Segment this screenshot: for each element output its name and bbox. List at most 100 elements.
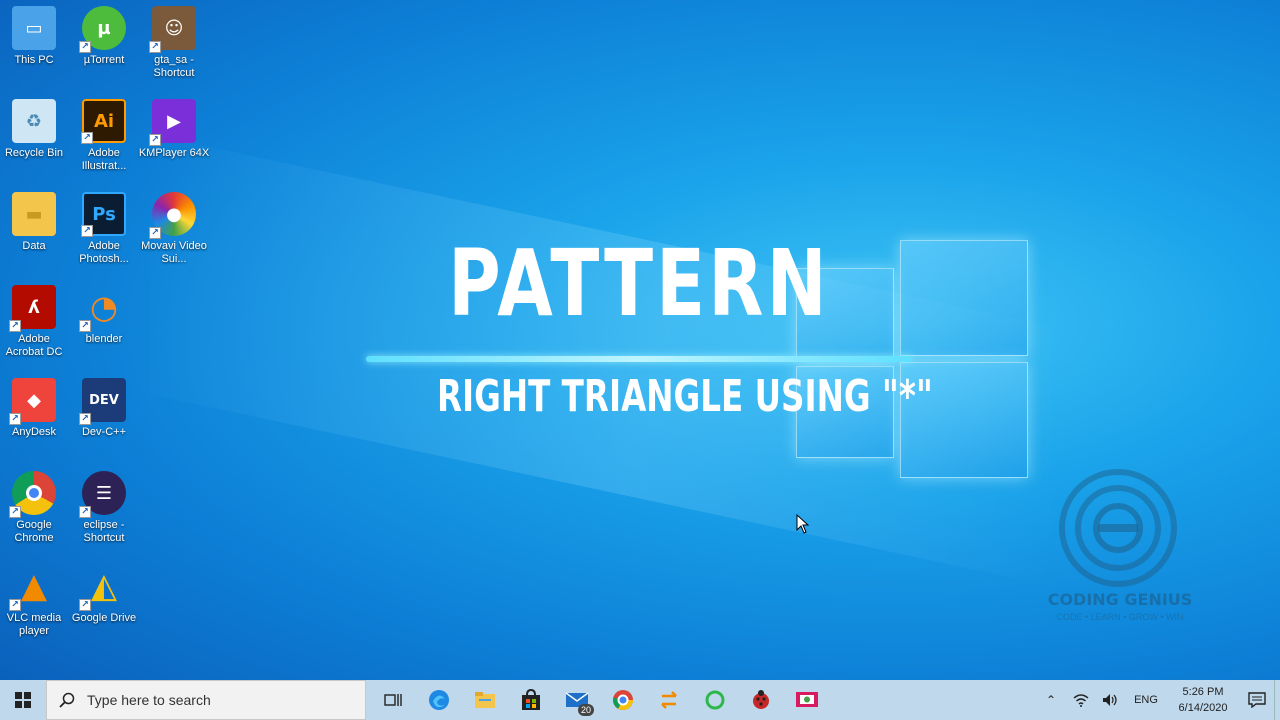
clock-button[interactable]: 5:26 PM 6/14/2020 — [1166, 684, 1240, 716]
search-placeholder: Type here to search — [87, 692, 211, 708]
taskbar-circle-app[interactable] — [692, 680, 738, 720]
desktop-icon-label: This PC — [14, 54, 54, 66]
store-icon — [522, 689, 540, 710]
anydesk-icon: ◆ ↗ — [9, 378, 56, 425]
taskbar-search-box[interactable]: Type here to search — [46, 680, 366, 720]
illustrator-icon: Ai ↗ — [81, 99, 126, 144]
coding-genius-logo-icon — [1059, 469, 1177, 587]
chrome-icon — [612, 690, 633, 710]
desktop-icon-devcpp[interactable]: DEV ↗ Dev-C++ — [70, 372, 138, 460]
acrobat-icon: ʎ ↗ — [9, 285, 56, 332]
this-pc-icon: ▭ — [12, 6, 56, 50]
search-icon — [59, 692, 75, 708]
input-language-button[interactable]: ENG — [1126, 680, 1166, 720]
utorrent-icon: µ ↗ — [79, 6, 126, 53]
notification-icon — [1248, 692, 1266, 708]
desktop-icon-label: Recycle Bin — [4, 147, 64, 159]
taskbar-store[interactable] — [508, 680, 554, 720]
start-button[interactable] — [0, 680, 46, 720]
vlc-icon: ▲ ↗ — [9, 564, 56, 611]
desktop-icon-google-drive[interactable]: ◭ ↗ Google Drive — [70, 558, 138, 646]
desktop-icon-movavi[interactable]: ● ↗ Movavi Video Sui... — [140, 186, 208, 274]
taskbar-mail[interactable]: 20 — [554, 680, 600, 720]
desktop-icon-label: Dev-C++ — [81, 426, 127, 438]
desktop-icon-label: Google Chrome — [14, 519, 54, 544]
show-hidden-icons-button[interactable]: ⌃ — [1036, 680, 1066, 720]
screen-recorder-icon — [796, 692, 818, 707]
desktop-icon-label: eclipse - Shortcut — [83, 519, 125, 544]
google-drive-icon: ◭ ↗ — [79, 564, 126, 611]
page-title: PATTERN — [448, 230, 830, 337]
clock-time: 5:26 PM — [1182, 686, 1224, 698]
desktop-icon-label: Google Drive — [71, 612, 137, 624]
desktop-icon-eclipse[interactable]: ☰ ↗ eclipse - Shortcut — [70, 465, 138, 553]
gta-icon: ☺ ↗ — [149, 6, 196, 53]
kmplayer-icon: ▶ ↗ — [149, 99, 196, 146]
taskbar-file-explorer[interactable] — [462, 680, 508, 720]
logo-pane-top-right — [900, 240, 1028, 356]
desktop-icon-label: µTorrent — [83, 54, 125, 66]
desktop-icon-label: VLC media player — [6, 612, 62, 637]
desktop-icon-this-pc[interactable]: ▭ This PC — [0, 0, 68, 88]
taskbar-edge[interactable] — [416, 680, 462, 720]
desktop-icon-label: Data — [22, 240, 46, 252]
channel-watermark: CODING GENIUS CODE • LEARN • GROW • WIN — [1040, 466, 1200, 626]
ladybug-icon — [753, 690, 769, 709]
desktop-icon-label: AnyDesk — [11, 426, 57, 438]
system-tray: ⌃ ENG 5:26 PM 6/14/2020 — [1036, 680, 1280, 720]
photoshop-icon: Ps ↗ — [81, 192, 126, 237]
wifi-icon — [1073, 694, 1089, 707]
desktop-icon-kmplayer[interactable]: ▶ ↗ KMPlayer 64X — [138, 93, 210, 181]
blender-icon: ◔ ↗ — [79, 285, 126, 332]
desktop-icon-gta[interactable]: ☺ ↗ gta_sa - Shortcut — [140, 0, 208, 88]
desktop-icon-anydesk[interactable]: ◆ ↗ AnyDesk — [0, 372, 68, 460]
action-center-button[interactable] — [1240, 680, 1274, 720]
desktop-icon-label: Movavi Video Sui... — [141, 240, 207, 265]
chrome-icon: ↗ — [9, 471, 56, 518]
movavi-icon: ● ↗ — [149, 192, 196, 239]
clock-date: 6/14/2020 — [1178, 702, 1228, 714]
desktop-icon-vlc[interactable]: ▲ ↗ VLC media player — [0, 558, 68, 646]
desktop-icon-label: KMPlayer 64X — [138, 147, 210, 159]
taskbar-chrome[interactable] — [600, 680, 646, 720]
mail-badge: 20 — [577, 704, 594, 716]
desktop-icon-label: blender — [85, 333, 123, 345]
chevron-up-icon: ⌃ — [1045, 693, 1057, 707]
taskbar-apps: 20 — [370, 680, 830, 720]
show-desktop-button[interactable] — [1274, 680, 1280, 720]
title-underline — [366, 356, 912, 362]
desktop-icon-illustrator[interactable]: Ai ↗ Adobe Illustrat... — [70, 93, 138, 181]
taskbar-recorder-app[interactable] — [784, 680, 830, 720]
volume-button[interactable] — [1096, 680, 1126, 720]
page-subtitle: RIGHT TRIANGLE USING "*" — [436, 371, 933, 422]
taskbar: Type here to search 20 ⌃ ENG 5:26 PM 6/1… — [0, 680, 1280, 720]
desktop-icon-label: Adobe Acrobat DC — [5, 333, 63, 358]
taskbar-sync-app[interactable] — [646, 680, 692, 720]
watermark-tagline: CODE • LEARN • GROW • WIN — [1056, 612, 1184, 622]
edge-icon — [429, 690, 449, 710]
recycle-bin-icon: ♻ — [12, 99, 56, 143]
speaker-icon — [1103, 694, 1117, 706]
sync-icon — [661, 691, 677, 709]
desktop-icon-chrome[interactable]: ↗ Google Chrome — [0, 465, 68, 553]
windows-start-icon — [15, 692, 31, 708]
desktop-icon-utorrent[interactable]: µ ↗ µTorrent — [70, 0, 138, 88]
desktop-icon-label: Adobe Illustrat... — [81, 147, 127, 172]
folder-icon: ▬ — [12, 192, 56, 236]
task-view-icon — [384, 694, 402, 706]
network-button[interactable] — [1066, 680, 1096, 720]
watermark-name: CODING GENIUS — [1047, 590, 1193, 609]
video-title-overlay: PATTERN RIGHT TRIANGLE USING "*" — [366, 230, 933, 424]
desktop-icon-photoshop[interactable]: Ps ↗ Adobe Photosh... — [70, 186, 138, 274]
desktop-icon-label: Adobe Photosh... — [79, 240, 129, 265]
desktop-icon-recycle-bin[interactable]: ♻ Recycle Bin — [0, 93, 68, 181]
desktop-icon-label: gta_sa - Shortcut — [153, 54, 195, 79]
file-explorer-icon — [475, 692, 495, 708]
desktop-icon-acrobat[interactable]: ʎ ↗ Adobe Acrobat DC — [0, 279, 68, 367]
desktop-icon-data-folder[interactable]: ▬ Data — [0, 186, 68, 274]
eclipse-icon: ☰ ↗ — [79, 471, 126, 518]
taskbar-ladybug-app[interactable] — [738, 680, 784, 720]
taskbar-task-view[interactable] — [370, 680, 416, 720]
desktop-icon-blender[interactable]: ◔ ↗ blender — [70, 279, 138, 367]
circle-app-icon — [705, 690, 725, 710]
